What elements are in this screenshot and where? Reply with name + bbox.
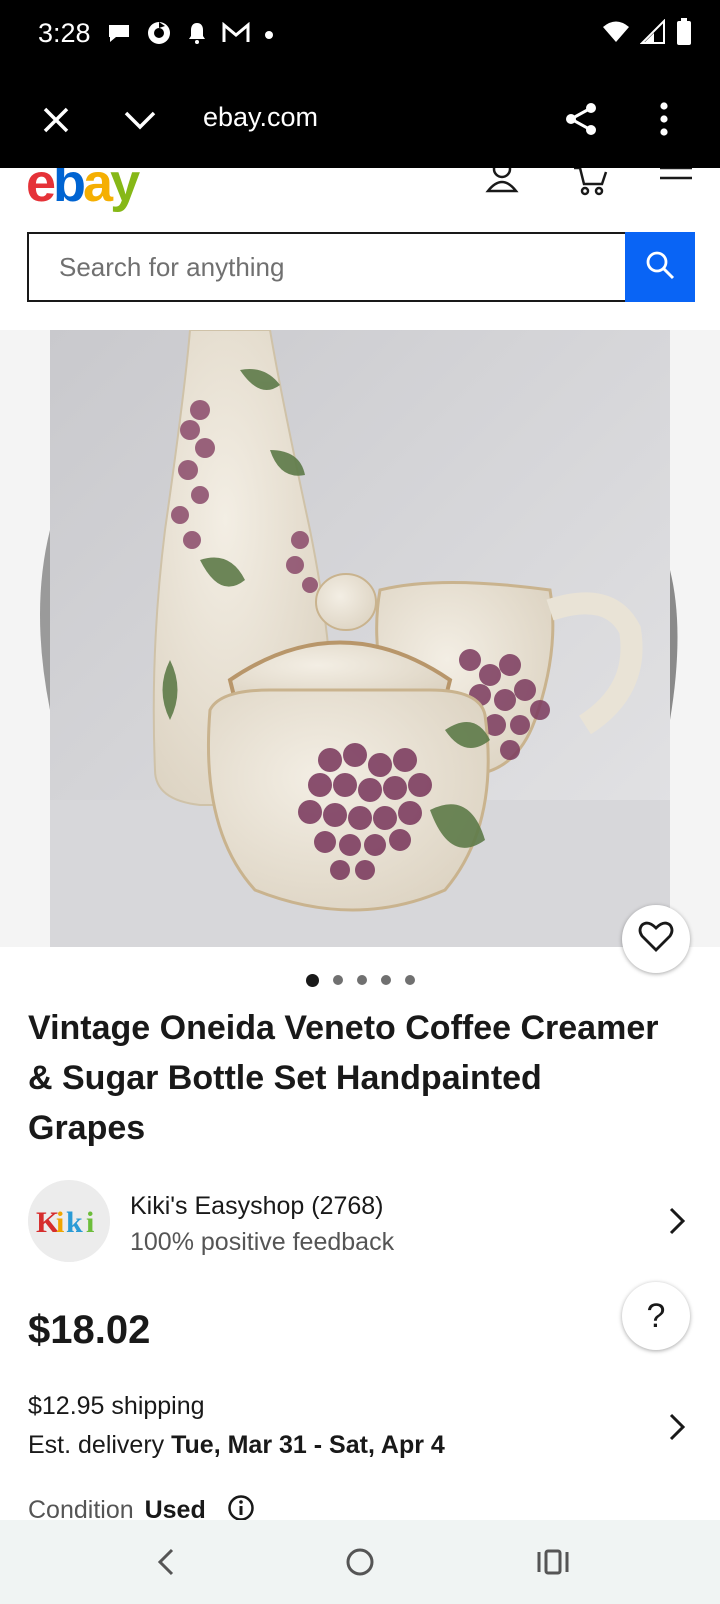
seller-card[interactable]: K i k i Kiki's Easyshop (2768) 100% posi… [28, 1180, 692, 1264]
browser-toolbar: ebay.com [0, 70, 720, 168]
pagination-dot[interactable] [332, 975, 343, 985]
delivery-label: Est. delivery [28, 1431, 165, 1459]
gallery-pagination [0, 973, 720, 987]
system-nav-bar [0, 1520, 720, 1604]
chat-bubble-icon [106, 21, 132, 50]
svg-text:i: i [56, 1206, 64, 1239]
sync-icon [146, 20, 172, 51]
seller-name[interactable]: Kiki's Easyshop (2768) [130, 1192, 384, 1221]
delivery-estimate: Est. delivery Tue, Mar 31 - Sat, Apr 4 [28, 1431, 445, 1460]
help-button[interactable]: ? [622, 1282, 690, 1350]
close-icon[interactable] [34, 98, 78, 142]
site-header: ebay [0, 168, 720, 213]
question-icon: ? [646, 1296, 666, 1335]
pagination-dot[interactable] [380, 975, 391, 985]
cart-icon[interactable] [568, 168, 612, 200]
signal-icon [639, 18, 666, 50]
pagination-dot[interactable] [404, 975, 415, 985]
watchlist-button[interactable] [622, 905, 690, 973]
pagination-dot-active[interactable] [305, 973, 319, 987]
chevron-right-icon[interactable] [668, 1206, 686, 1241]
item-price: $18.02 [28, 1308, 151, 1352]
pagination-dot[interactable] [356, 975, 367, 985]
account-icon[interactable] [482, 168, 522, 198]
seller-avatar: K i k i [28, 1180, 110, 1262]
listing-title: Vintage Oneida Veneto Coffee Creamer & S… [28, 1009, 659, 1147]
svg-text:i: i [86, 1206, 94, 1239]
search-button[interactable] [625, 232, 695, 302]
gmail-icon [222, 21, 250, 49]
status-time: 3:28 [38, 18, 91, 48]
notification-bell-icon [186, 21, 208, 50]
chevron-down-icon[interactable] [118, 98, 162, 142]
url-display[interactable]: ebay.com [203, 102, 318, 133]
wifi-icon [602, 20, 630, 49]
search-icon [645, 250, 675, 285]
product-photo [50, 330, 670, 947]
image-gallery[interactable] [0, 330, 720, 947]
home-icon[interactable] [330, 1536, 390, 1588]
share-icon[interactable] [558, 96, 604, 142]
search-bar [27, 232, 695, 302]
seller-feedback: 100% positive feedback [130, 1228, 395, 1256]
shipping-price: $12.95 shipping [28, 1392, 205, 1420]
heart-icon [638, 921, 674, 958]
delivery-dates: Tue, Mar 31 - Sat, Apr 4 [171, 1431, 445, 1459]
dot-icon [264, 27, 274, 45]
menu-icon[interactable] [656, 168, 696, 192]
svg-text:k: k [66, 1206, 83, 1239]
search-input[interactable] [27, 232, 625, 302]
battery-icon [676, 18, 692, 51]
chevron-right-icon[interactable] [668, 1412, 686, 1447]
more-options-icon[interactable] [642, 96, 686, 142]
recents-icon[interactable] [523, 1536, 583, 1588]
back-icon[interactable] [136, 1536, 196, 1588]
ebay-logo[interactable]: ebay [26, 168, 140, 213]
status-bar: 3:28 [0, 0, 720, 70]
